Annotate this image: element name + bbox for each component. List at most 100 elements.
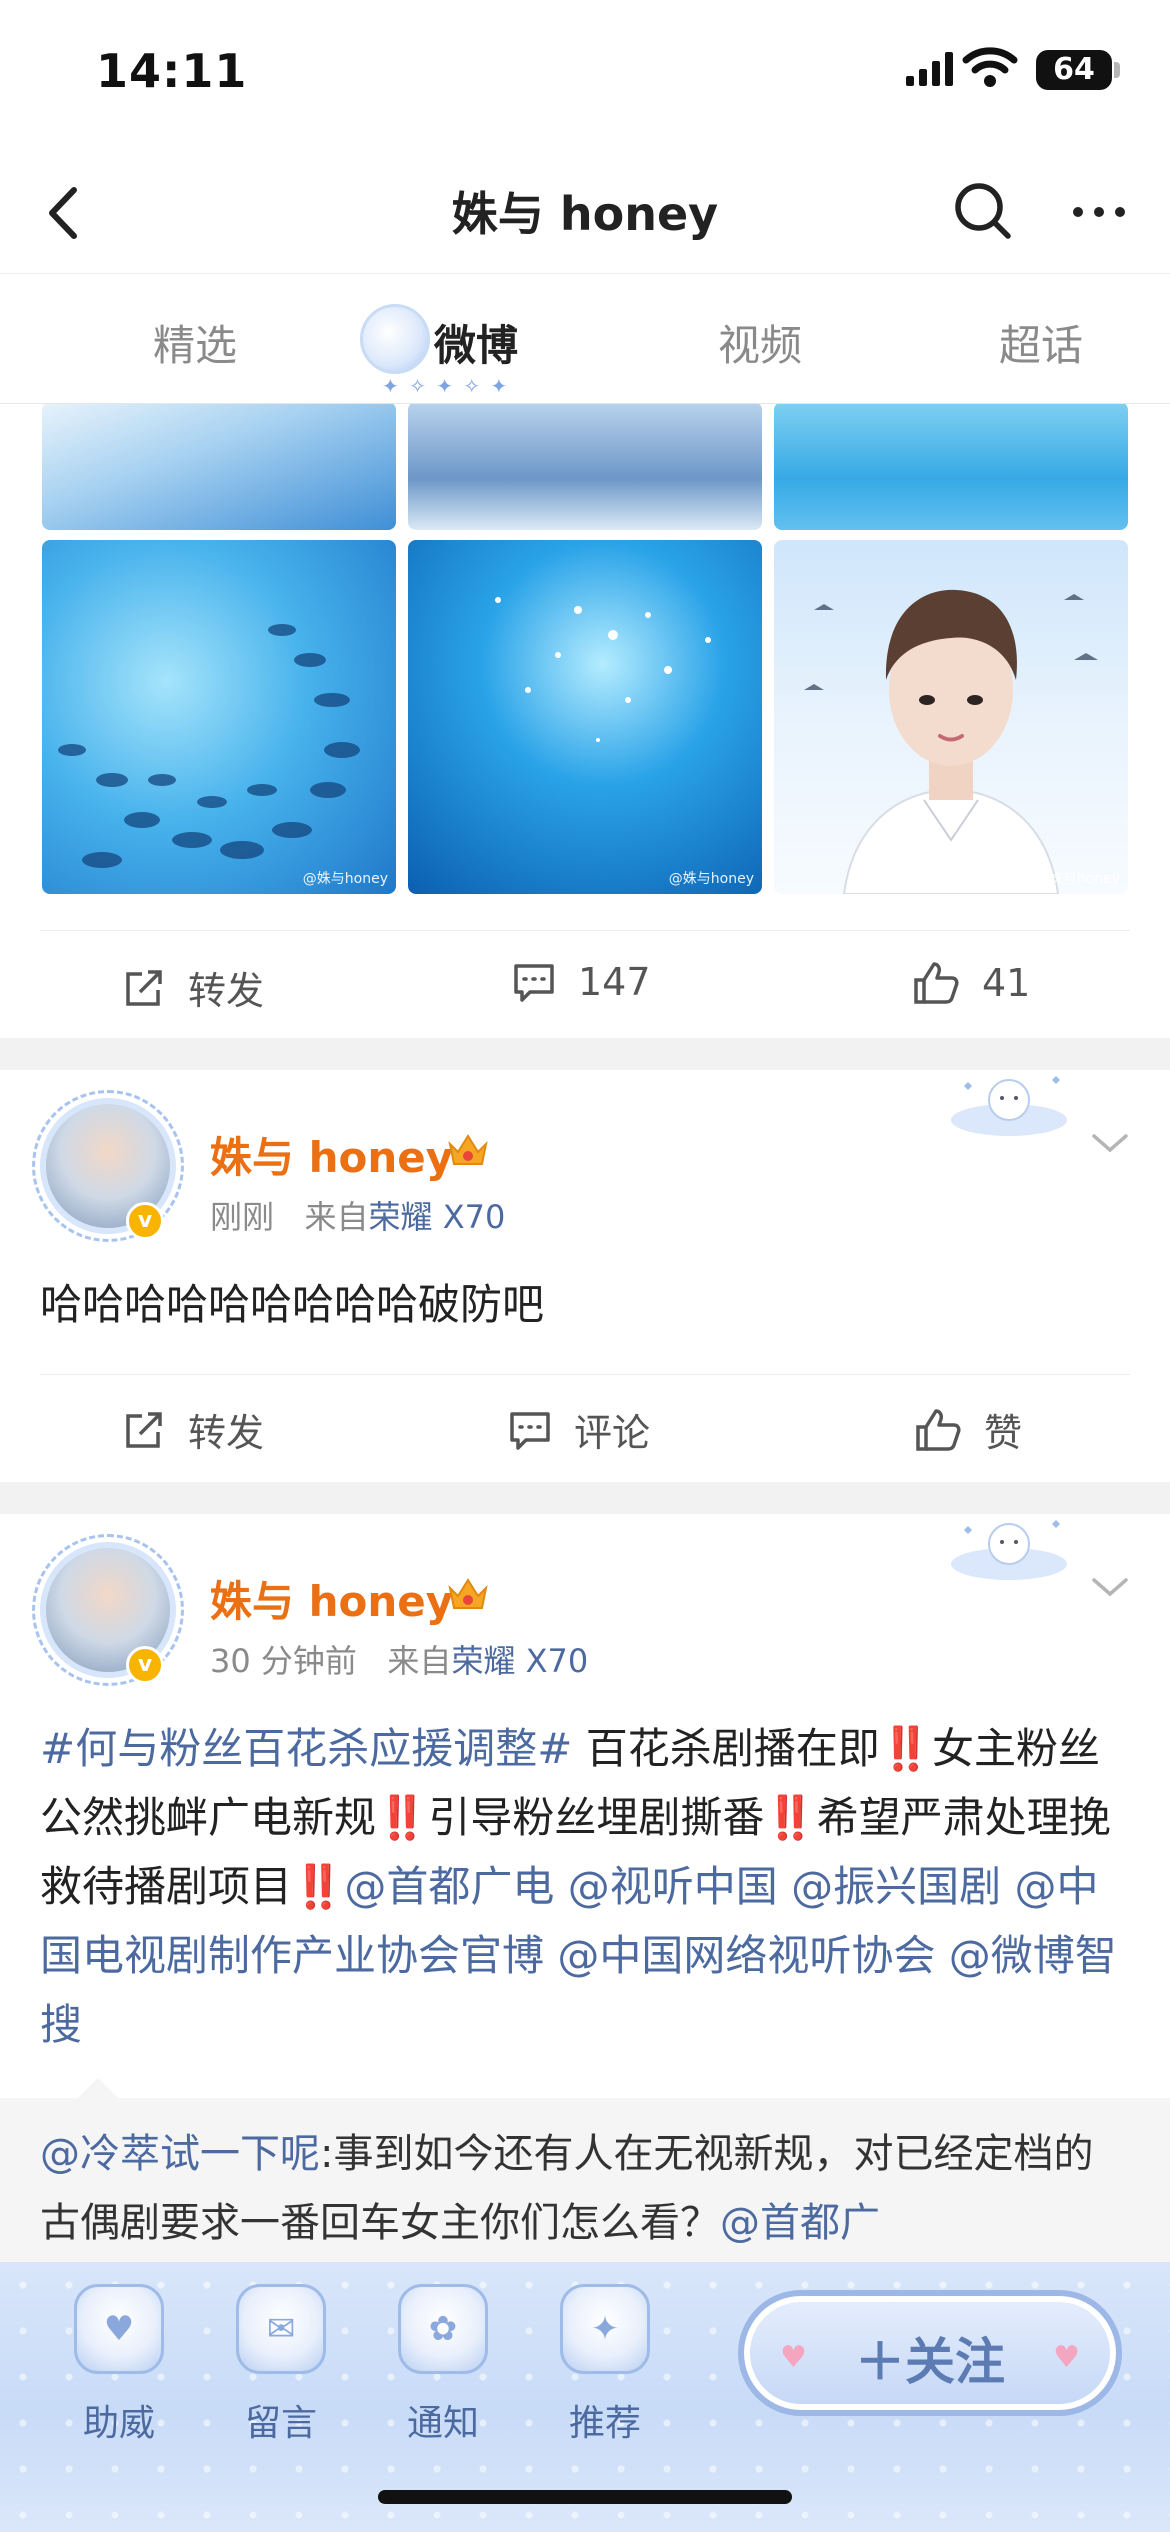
- comment-label: 评论: [574, 1411, 651, 1455]
- cloud-mascot-icon: [951, 1520, 1067, 1580]
- notification-label: 通知: [406, 2403, 479, 2444]
- reposted-content[interactable]: @冷萃试一下呢:事到如今还有人在无视新规，对已经定档的古偶剧要求一番回车女主你们…: [0, 2078, 1170, 2278]
- divider: [40, 930, 1130, 931]
- like-button[interactable]: 41: [912, 960, 1030, 1006]
- message-button[interactable]: ✉ 留言: [216, 2284, 346, 2446]
- recommend-button[interactable]: ✦ 推荐: [540, 2284, 670, 2446]
- photo-watermark: @姝与honey: [668, 871, 754, 887]
- search-icon[interactable]: [948, 176, 1018, 246]
- post-time: 30 分钟前: [210, 1642, 357, 1680]
- mention-link[interactable]: @中国网络视听协会: [557, 1931, 935, 1980]
- double-exclamation-icon: ‼️: [879, 1724, 933, 1773]
- tab-video[interactable]: 视频: [718, 312, 802, 373]
- repost-text: @冷萃试一下呢:事到如今还有人在无视新规，对已经定档的古偶剧要求一番回车女主你们…: [40, 2120, 1130, 2258]
- mention-link[interactable]: @首都广: [720, 2200, 880, 2246]
- post-card-1: v 姝与 honey 刚刚 来自荣耀 X70 哈哈哈哈哈哈哈哈哈破防吧 转发 评…: [0, 1070, 1170, 1482]
- recommend-label: 推荐: [568, 2403, 641, 2444]
- photo-sparkling-water[interactable]: @姝与honey: [408, 540, 762, 894]
- crown-icon: [448, 1134, 488, 1165]
- photo-watermark: @姝与honey: [302, 871, 388, 887]
- chevron-down-icon[interactable]: [1090, 1576, 1130, 1600]
- battery-level: 64: [1036, 50, 1112, 90]
- post-device[interactable]: 荣耀 X70: [451, 1642, 588, 1680]
- post-source-prefix: 来自: [304, 1198, 369, 1236]
- like-count: 41: [982, 961, 1031, 1005]
- tab-decoration: ✦ ✧ ✦ ✧ ✦: [382, 374, 510, 398]
- message-icon: ✉: [236, 2284, 326, 2374]
- more-options-icon[interactable]: [1064, 176, 1134, 246]
- hashtag-link[interactable]: #何与粉丝百花杀应援调整#: [40, 1724, 572, 1773]
- repost-notch: [78, 2078, 118, 2098]
- navigation-bar: 姝与 honey: [0, 150, 1170, 274]
- username[interactable]: 姝与 honey: [210, 1124, 453, 1185]
- portrait-figure: [804, 589, 1098, 894]
- like-button[interactable]: 赞: [914, 1402, 1022, 1457]
- post-device[interactable]: 荣耀 X70: [369, 1198, 506, 1236]
- photo-watermark: @姝与honey: [1034, 871, 1120, 887]
- photo-fish-school[interactable]: @姝与honey: [42, 540, 396, 894]
- mention-link[interactable]: @振兴国剧: [791, 1862, 1001, 1911]
- status-time: 14:11: [96, 44, 248, 98]
- username[interactable]: 姝与 honey: [210, 1568, 453, 1629]
- text-segment: 百花杀剧播在即: [572, 1724, 880, 1773]
- double-exclamation-icon: ‼️: [764, 1793, 817, 1842]
- like-thumb-icon: [914, 962, 959, 1004]
- status-bar: 14:11 64: [0, 0, 1170, 150]
- cheer-label: 助威: [82, 2403, 155, 2444]
- gift-box-icon: ✿: [398, 2284, 488, 2374]
- cake-icon: ✦: [560, 2284, 650, 2374]
- photo-portrait[interactable]: @姝与honey: [774, 540, 1128, 894]
- mention-link[interactable]: @首都广电: [344, 1862, 554, 1911]
- post-meta: 30 分钟前 来自荣耀 X70: [210, 1636, 588, 1682]
- heart-icon: ♥: [1053, 2340, 1080, 2375]
- cloud-mascot-icon: [951, 1076, 1067, 1136]
- photo-water[interactable]: [774, 402, 1128, 530]
- comment-icon: [514, 964, 554, 1002]
- fish-silhouettes: [58, 624, 360, 868]
- comment-icon: [510, 1411, 550, 1450]
- post-source-prefix: 来自: [387, 1642, 452, 1680]
- water-sparkles: [495, 597, 711, 742]
- cheer-button[interactable]: ♥ 助威: [54, 2284, 184, 2446]
- double-exclamation-icon: ‼️: [376, 1793, 429, 1842]
- notification-button[interactable]: ✿ 通知: [378, 2284, 508, 2446]
- cellular-signal-icon: [906, 52, 953, 86]
- crown-icon: [448, 1578, 488, 1609]
- like-label: 赞: [984, 1411, 1023, 1455]
- repost-icon: [126, 969, 162, 1006]
- tab-weibo[interactable]: 微博: [434, 312, 518, 373]
- comment-button[interactable]: 147: [512, 960, 651, 1004]
- battery-cap: [1114, 62, 1120, 78]
- text-segment: 引导粉丝埋剧撕番: [428, 1793, 765, 1842]
- mention-link[interactable]: @视听中国: [568, 1862, 778, 1911]
- profile-tabs: 精选 微博 ✦ ✧ ✦ ✧ ✦ 视频 超话: [0, 274, 1170, 404]
- divider: [40, 1374, 1130, 1375]
- post-time: 刚刚: [210, 1198, 275, 1236]
- cheer-icon: ♥: [74, 2284, 164, 2374]
- verified-badge-icon: v: [126, 1646, 164, 1684]
- repost-button[interactable]: 转发: [122, 1402, 264, 1457]
- tab-super-topic[interactable]: 超话: [999, 312, 1083, 373]
- repost-label: 转发: [188, 1411, 265, 1455]
- message-label: 留言: [244, 2403, 317, 2444]
- home-indicator[interactable]: [378, 2490, 792, 2504]
- double-exclamation-icon: ‼️: [292, 1862, 345, 1911]
- repost-button[interactable]: 转发: [122, 960, 264, 1015]
- tab-featured[interactable]: 精选: [153, 312, 237, 373]
- post-text: 哈哈哈哈哈哈哈哈哈破防吧: [40, 1280, 545, 1329]
- photo-sky-clouds[interactable]: [42, 402, 396, 530]
- post0-action-bar: 转发 147 41: [0, 932, 1170, 1038]
- chevron-down-icon[interactable]: [1090, 1132, 1130, 1156]
- tab-mascot-icon: [360, 304, 430, 374]
- photo-denim[interactable]: [408, 402, 762, 530]
- repost-author-link[interactable]: @冷萃试一下呢: [40, 2131, 320, 2177]
- comment-button[interactable]: 评论: [508, 1402, 650, 1457]
- wifi-icon: [962, 47, 1018, 87]
- repost-icon: [126, 1411, 162, 1448]
- verified-badge-icon: v: [126, 1202, 164, 1240]
- follow-button[interactable]: ♥ ＋关注 ♥: [738, 2290, 1122, 2416]
- comment-count: 147: [578, 960, 651, 1004]
- post-meta: 刚刚 来自荣耀 X70: [210, 1192, 505, 1238]
- like-thumb-icon: [916, 1408, 961, 1451]
- repost-label: 转发: [188, 969, 265, 1013]
